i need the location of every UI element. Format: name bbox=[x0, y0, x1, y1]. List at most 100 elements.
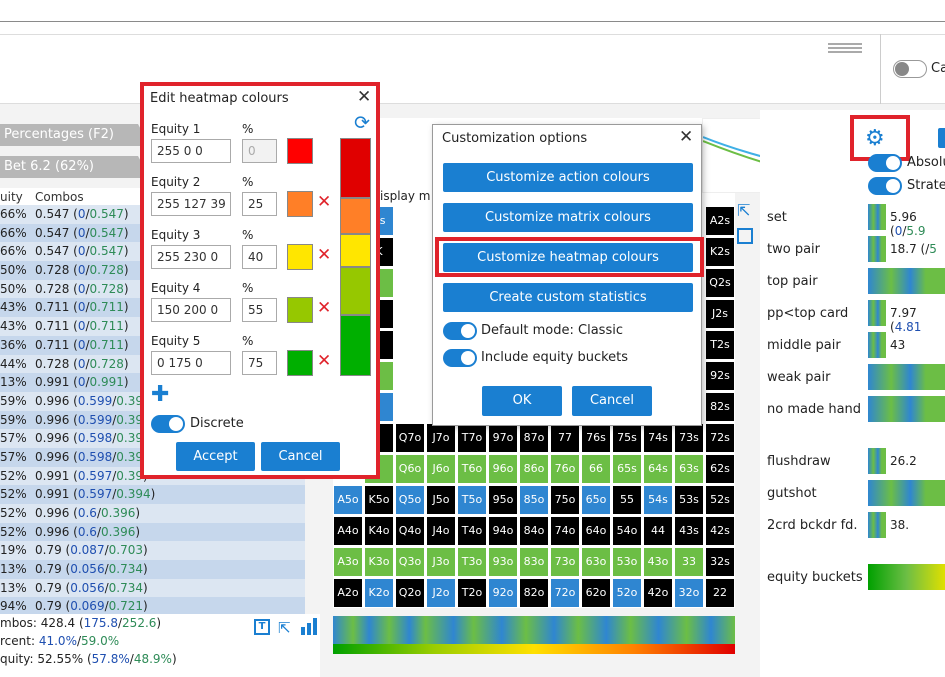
discrete-toggle[interactable] bbox=[151, 415, 185, 433]
table-row[interactable]: 52% 0.991 (0.597/0.394) bbox=[0, 485, 305, 504]
side-button[interactable] bbox=[938, 128, 945, 148]
matrix-cell[interactable]: 64o bbox=[582, 517, 610, 545]
matrix-cell[interactable]: K3o bbox=[365, 548, 393, 576]
matrix-cell[interactable]: 77 bbox=[551, 424, 579, 452]
close-icon[interactable]: ✕ bbox=[357, 87, 371, 107]
cancel-button[interactable]: Cancel bbox=[261, 442, 340, 471]
matrix-cell[interactable]: J3o bbox=[427, 548, 455, 576]
matrix-cell[interactable]: 66 bbox=[582, 455, 610, 483]
include-buckets-toggle[interactable] bbox=[443, 349, 477, 367]
window-icon[interactable] bbox=[737, 228, 753, 244]
color-swatch[interactable] bbox=[287, 297, 313, 323]
table-row[interactable]: 13% 0.79 (0.056/0.734) bbox=[0, 578, 305, 598]
refresh-icon[interactable]: ⟳ bbox=[354, 112, 370, 134]
bar-chart-icon[interactable] bbox=[300, 617, 318, 638]
matrix-cell[interactable]: 94o bbox=[489, 517, 517, 545]
matrix-cell[interactable]: 63o bbox=[582, 548, 610, 576]
right-toggle[interactable] bbox=[868, 177, 902, 195]
matrix-cell[interactable]: 43o bbox=[644, 548, 672, 576]
rgb-input[interactable]: 0 175 0 bbox=[151, 351, 231, 375]
matrix-cell[interactable]: 75o bbox=[551, 486, 579, 514]
matrix-cell[interactable]: 22 bbox=[706, 579, 734, 607]
matrix-cell[interactable]: K2s bbox=[706, 238, 734, 266]
matrix-cell[interactable]: 96o bbox=[489, 455, 517, 483]
matrix-cell[interactable]: T4o bbox=[458, 517, 486, 545]
popout-icon[interactable]: ⇱ bbox=[278, 619, 291, 637]
matrix-cell[interactable]: 63s bbox=[675, 455, 703, 483]
matrix-cell[interactable]: J2s bbox=[706, 300, 734, 328]
customize-matrix-colours-button[interactable]: Customize matrix colours bbox=[443, 203, 693, 232]
matrix-cell[interactable]: 86o bbox=[520, 455, 548, 483]
matrix-cell[interactable]: Q6o bbox=[396, 455, 424, 483]
matrix-cell[interactable]: T5o bbox=[458, 486, 486, 514]
delete-icon[interactable]: ✕ bbox=[317, 351, 331, 371]
matrix-cell[interactable]: 87o bbox=[520, 424, 548, 452]
rgb-input[interactable]: 150 200 0 bbox=[151, 298, 231, 322]
matrix-cell[interactable]: 62s bbox=[706, 455, 734, 483]
matrix-cell[interactable]: 55 bbox=[613, 486, 641, 514]
matrix-cell[interactable]: 73s bbox=[675, 424, 703, 452]
matrix-cell[interactable]: J2o bbox=[427, 579, 455, 607]
rgb-input[interactable]: 255 127 39 bbox=[151, 192, 231, 216]
matrix-cell[interactable]: T2s bbox=[706, 331, 734, 359]
matrix-cell[interactable]: 73o bbox=[551, 548, 579, 576]
color-swatch[interactable] bbox=[287, 350, 313, 376]
matrix-cell[interactable]: 85o bbox=[520, 486, 548, 514]
matrix-cell[interactable]: 65o bbox=[582, 486, 610, 514]
matrix-cell[interactable]: 95o bbox=[489, 486, 517, 514]
matrix-cell[interactable]: 62o bbox=[582, 579, 610, 607]
matrix-cell[interactable]: T6o bbox=[458, 455, 486, 483]
table-row[interactable]: 19% 0.79 (0.087/0.703) bbox=[0, 541, 305, 561]
color-swatch[interactable] bbox=[287, 191, 313, 217]
matrix-cell[interactable]: 83o bbox=[520, 548, 548, 576]
matrix-cell[interactable]: A2s bbox=[706, 207, 734, 235]
matrix-cell[interactable]: 64s bbox=[644, 455, 672, 483]
matrix-cell[interactable]: 74o bbox=[551, 517, 579, 545]
percent-input[interactable]: 75 bbox=[242, 351, 277, 375]
table-row[interactable]: 13% 0.79 (0.056/0.734) bbox=[0, 560, 305, 579]
matrix-cell[interactable]: A2o bbox=[334, 579, 362, 607]
matrix-cell[interactable]: 92o bbox=[489, 579, 517, 607]
matrix-cell[interactable]: T2o bbox=[458, 579, 486, 607]
matrix-cell[interactable]: 33 bbox=[675, 548, 703, 576]
matrix-cell[interactable]: T7o bbox=[458, 424, 486, 452]
matrix-cell[interactable]: 97o bbox=[489, 424, 517, 452]
matrix-cell[interactable]: J5o bbox=[427, 486, 455, 514]
matrix-cell[interactable]: 74s bbox=[644, 424, 672, 452]
matrix-cell[interactable]: 44 bbox=[644, 517, 672, 545]
matrix-cell[interactable]: 75s bbox=[613, 424, 641, 452]
percent-input[interactable]: 40 bbox=[242, 245, 277, 269]
matrix-cell[interactable]: K5o bbox=[365, 486, 393, 514]
gear-icon[interactable]: ⚙ bbox=[865, 126, 885, 151]
matrix-cell[interactable]: 72o bbox=[551, 579, 579, 607]
matrix-cell[interactable]: A5o bbox=[334, 486, 362, 514]
matrix-cell[interactable]: 76o bbox=[551, 455, 579, 483]
matrix-cell[interactable]: 82o bbox=[520, 579, 548, 607]
matrix-cell[interactable]: 93o bbox=[489, 548, 517, 576]
matrix-cell[interactable]: 32s bbox=[706, 548, 734, 576]
matrix-cell[interactable]: 84o bbox=[520, 517, 548, 545]
matrix-cell[interactable]: Q3o bbox=[396, 548, 424, 576]
matrix-cell[interactable]: K2o bbox=[365, 579, 393, 607]
color-swatch[interactable] bbox=[287, 138, 313, 164]
matrix-cell[interactable]: Q7o bbox=[396, 424, 424, 452]
matrix-cell[interactable]: 65s bbox=[613, 455, 641, 483]
cancel-button[interactable]: Cancel bbox=[572, 386, 652, 416]
add-icon[interactable]: ✚ bbox=[151, 384, 169, 406]
matrix-cell[interactable]: 32o bbox=[675, 579, 703, 607]
rgb-input[interactable]: 255 0 0 bbox=[151, 139, 231, 163]
create-custom-statistics-button[interactable]: Create custom statistics bbox=[443, 283, 693, 312]
default-mode-toggle[interactable] bbox=[443, 322, 477, 340]
menu-icon[interactable] bbox=[828, 43, 862, 45]
matrix-cell[interactable]: J6o bbox=[427, 455, 455, 483]
accept-button[interactable]: Accept bbox=[176, 442, 255, 471]
matrix-cell[interactable]: J7o bbox=[427, 424, 455, 452]
percent-input[interactable]: 25 bbox=[242, 192, 277, 216]
matrix-cell[interactable]: Q4o bbox=[396, 517, 424, 545]
matrix-cell[interactable]: 53o bbox=[613, 548, 641, 576]
tab-percentages[interactable]: Percentages (F2) bbox=[0, 124, 150, 146]
color-swatch[interactable] bbox=[287, 244, 313, 270]
matrix-cell[interactable]: T3o bbox=[458, 548, 486, 576]
matrix-cell[interactable]: 82s bbox=[706, 393, 734, 421]
matrix-cell[interactable]: 54o bbox=[613, 517, 641, 545]
